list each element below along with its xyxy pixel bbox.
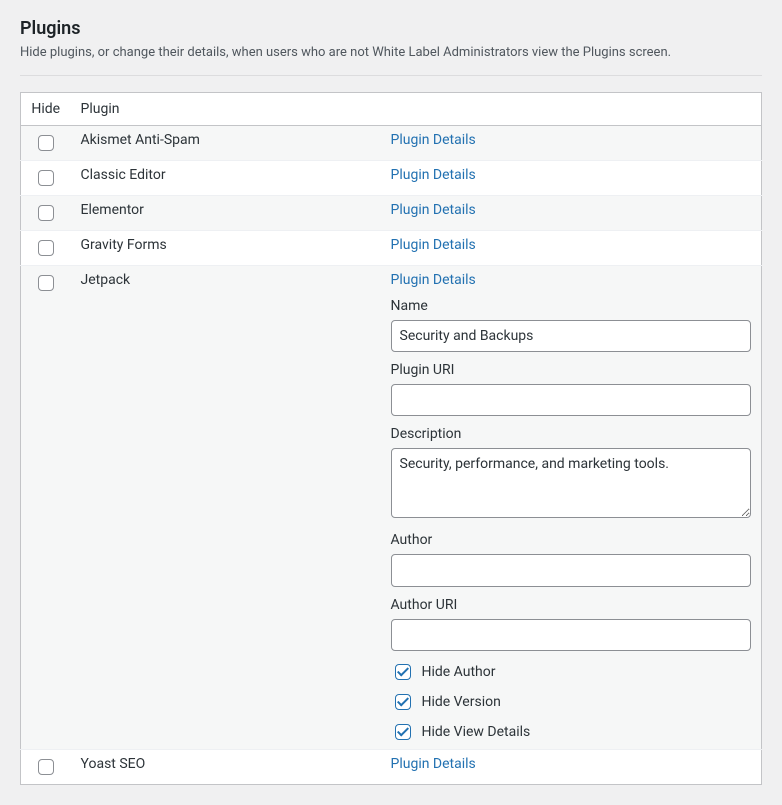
- table-row: Classic Editor Plugin Details: [21, 160, 762, 195]
- hide-view-details-checkbox[interactable]: [395, 724, 411, 740]
- plugin-details-link[interactable]: Plugin Details: [391, 167, 476, 183]
- hide-version-label: Hide Version: [422, 694, 501, 710]
- plugin-details-link[interactable]: Plugin Details: [391, 237, 476, 253]
- hide-cell: [21, 750, 71, 785]
- hide-cell: [21, 160, 71, 195]
- detail-plugin-uri-input[interactable]: [391, 384, 751, 416]
- detail-author-label: Author: [391, 532, 752, 548]
- detail-author-uri-label: Author URI: [391, 597, 752, 613]
- plugin-details-cell: Plugin Details: [381, 125, 762, 160]
- hide-plugin-checkbox[interactable]: [38, 759, 54, 775]
- col-header-details: [381, 92, 762, 125]
- detail-name-label: Name: [391, 298, 752, 314]
- detail-plugin-uri-label: Plugin URI: [391, 362, 752, 378]
- detail-description-label: Description: [391, 426, 752, 442]
- plugins-table: Hide Plugin Akismet Anti-Spam Plugin Deta…: [20, 92, 762, 786]
- hide-cell: [21, 125, 71, 160]
- plugin-details-link[interactable]: Plugin Details: [391, 202, 476, 218]
- hide-plugin-checkbox[interactable]: [38, 240, 54, 256]
- hide-cell: [21, 195, 71, 230]
- detail-author-input[interactable]: [391, 554, 751, 586]
- hide-view-details-label: Hide View Details: [422, 724, 531, 740]
- hide-plugin-checkbox[interactable]: [38, 275, 54, 291]
- hide-author-label: Hide Author: [422, 664, 496, 680]
- plugin-details-link[interactable]: Plugin Details: [391, 272, 476, 288]
- plugin-details-cell: Plugin Details Name Plugin URI Description S…: [381, 265, 762, 750]
- plugin-name: Elementor: [71, 195, 381, 230]
- plugin-details-panel: Name Plugin URI Description Security, perfo…: [391, 298, 752, 744]
- col-header-plugin: Plugin: [71, 92, 381, 125]
- section-title: Plugins: [20, 18, 762, 39]
- hide-plugin-checkbox[interactable]: [38, 170, 54, 186]
- plugin-details-cell: Plugin Details: [381, 160, 762, 195]
- plugin-details-cell: Plugin Details: [381, 750, 762, 785]
- detail-author-uri-input[interactable]: [391, 619, 751, 651]
- section-description: Hide plugins, or change their details, w…: [20, 43, 762, 76]
- plugin-details-cell: Plugin Details: [381, 195, 762, 230]
- detail-name-input[interactable]: [391, 320, 751, 352]
- plugin-details-link[interactable]: Plugin Details: [391, 132, 476, 148]
- table-row: Gravity Forms Plugin Details: [21, 230, 762, 265]
- table-row: Jetpack Plugin Details Name Plugin URI Descr…: [21, 265, 762, 750]
- table-row: Elementor Plugin Details: [21, 195, 762, 230]
- plugin-name: Classic Editor: [71, 160, 381, 195]
- hide-version-checkbox[interactable]: [395, 694, 411, 710]
- table-row: Yoast SEO Plugin Details: [21, 750, 762, 785]
- hide-plugin-checkbox[interactable]: [38, 135, 54, 151]
- plugin-name: Yoast SEO: [71, 750, 381, 785]
- plugin-name: Jetpack: [71, 265, 381, 750]
- hide-author-checkbox[interactable]: [395, 664, 411, 680]
- hide-plugin-checkbox[interactable]: [38, 205, 54, 221]
- plugin-name: Gravity Forms: [71, 230, 381, 265]
- table-row: Akismet Anti-Spam Plugin Details: [21, 125, 762, 160]
- plugin-name: Akismet Anti-Spam: [71, 125, 381, 160]
- hide-cell: [21, 230, 71, 265]
- col-header-hide: Hide: [21, 92, 71, 125]
- plugin-details-link[interactable]: Plugin Details: [391, 756, 476, 772]
- hide-cell: [21, 265, 71, 750]
- plugin-details-cell: Plugin Details: [381, 230, 762, 265]
- detail-description-textarea[interactable]: Security, performance, and marketing too…: [391, 448, 751, 518]
